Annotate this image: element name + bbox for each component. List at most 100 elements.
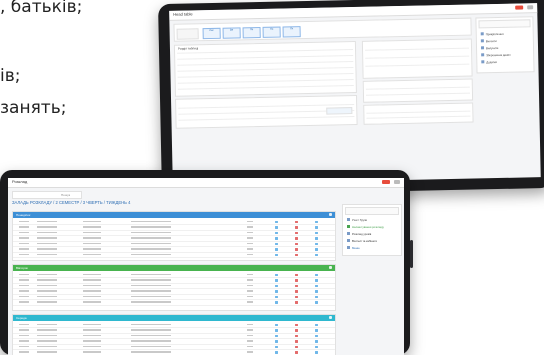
row-action-icon[interactable] [315, 351, 318, 354]
row-action-icon[interactable] [295, 351, 298, 354]
row-action-icon[interactable] [295, 290, 298, 293]
table-row[interactable] [13, 340, 335, 345]
table-row[interactable] [13, 253, 335, 258]
row-action-icon[interactable] [295, 335, 298, 338]
table-row[interactable] [13, 273, 335, 278]
row-action-icon[interactable] [275, 254, 278, 257]
row-action-icon[interactable] [295, 274, 298, 277]
row-action-icon[interactable] [315, 226, 318, 229]
close-icon[interactable] [515, 5, 523, 9]
row-action-icon[interactable] [315, 324, 318, 327]
side-item-3[interactable]: Розклад уроків [347, 232, 371, 236]
table-row[interactable] [13, 242, 335, 247]
row-action-icon[interactable] [315, 279, 318, 282]
row-action-icon[interactable] [275, 285, 278, 288]
row-action-icon[interactable] [275, 340, 278, 343]
tab-4[interactable]: Пя [263, 27, 281, 38]
table-row[interactable] [13, 237, 335, 242]
row-action-icon[interactable] [315, 285, 318, 288]
row-action-icon[interactable] [295, 226, 298, 229]
row-action-icon[interactable] [275, 237, 278, 240]
side-item-5[interactable]: Меню [347, 246, 360, 250]
row-action-icon[interactable] [295, 248, 298, 251]
table-row[interactable] [13, 351, 335, 355]
row-action-icon[interactable] [275, 243, 278, 246]
row-action-icon[interactable] [295, 221, 298, 224]
row-action-icon[interactable] [295, 301, 298, 304]
row-action-icon[interactable] [315, 346, 318, 349]
menu-icon[interactable] [527, 5, 533, 9]
side-search-input[interactable] [478, 19, 530, 28]
side-search-input[interactable] [345, 207, 399, 215]
row-action-icon[interactable] [295, 279, 298, 282]
filter-select[interactable] [177, 28, 199, 39]
row-action-icon[interactable] [315, 274, 318, 277]
row-action-icon[interactable] [275, 221, 278, 224]
side-item-3[interactable]: Вилучити [481, 46, 498, 50]
table-row[interactable] [13, 345, 335, 350]
collapse-icon[interactable] [329, 266, 332, 269]
row-action-icon[interactable] [295, 285, 298, 288]
row-action-icon[interactable] [315, 329, 318, 332]
row-action-icon[interactable] [295, 243, 298, 246]
row-action-icon[interactable] [315, 237, 318, 240]
row-action-icon[interactable] [275, 232, 278, 235]
row-action-icon[interactable] [295, 329, 298, 332]
row-action-icon[interactable] [295, 237, 298, 240]
menu-icon[interactable] [394, 180, 400, 184]
side-item-2[interactable]: Вносити [481, 39, 497, 43]
row-action-icon[interactable] [275, 335, 278, 338]
table-row[interactable] [13, 220, 335, 225]
filter-input[interactable]: Пошук [12, 191, 82, 199]
row-action-icon[interactable] [275, 248, 278, 251]
table-row[interactable] [13, 301, 335, 306]
row-action-icon[interactable] [315, 301, 318, 304]
row-action-icon[interactable] [275, 274, 278, 277]
collapse-icon[interactable] [329, 316, 332, 319]
row-action-icon[interactable] [275, 279, 278, 282]
tab-1[interactable]: Лес [203, 28, 221, 39]
table-row[interactable] [13, 284, 335, 289]
row-action-icon[interactable] [275, 324, 278, 327]
side-item-5[interactable]: Додатки [481, 60, 497, 64]
table-row[interactable] [13, 248, 335, 253]
row-action-icon[interactable] [315, 290, 318, 293]
row-action-icon[interactable] [295, 324, 298, 327]
table-row[interactable] [13, 329, 335, 334]
row-action-icon[interactable] [275, 351, 278, 354]
row-action-button[interactable] [326, 107, 352, 115]
side-item-1[interactable]: Прикріплення [481, 32, 504, 36]
row-action-icon[interactable] [295, 296, 298, 299]
row-action-icon[interactable] [275, 226, 278, 229]
tab-2[interactable]: Ве [223, 27, 241, 38]
close-icon[interactable] [382, 180, 390, 184]
table-row[interactable] [13, 334, 335, 339]
row-action-icon[interactable] [275, 301, 278, 304]
table-row[interactable] [13, 279, 335, 284]
row-action-icon[interactable] [295, 346, 298, 349]
side-item-1[interactable]: Учні / Групи [347, 218, 367, 222]
row-action-icon[interactable] [315, 340, 318, 343]
table-row[interactable] [13, 226, 335, 231]
table-row[interactable] [13, 290, 335, 295]
side-item-4[interactable]: Збереження даних [481, 53, 510, 58]
row-action-icon[interactable] [315, 248, 318, 251]
row-action-icon[interactable] [275, 329, 278, 332]
table-row[interactable] [13, 231, 335, 236]
side-item-2[interactable]: Налаштування розкладу [347, 225, 384, 229]
row-action-icon[interactable] [295, 254, 298, 257]
row-action-icon[interactable] [295, 340, 298, 343]
tab-5[interactable]: Пк [283, 26, 301, 37]
row-action-icon[interactable] [275, 346, 278, 349]
row-action-icon[interactable] [295, 232, 298, 235]
row-action-icon[interactable] [315, 335, 318, 338]
side-item-4[interactable]: Вчителі та кабінети [347, 239, 377, 243]
row-action-icon[interactable] [315, 221, 318, 224]
row-action-icon[interactable] [275, 296, 278, 299]
row-action-icon[interactable] [275, 290, 278, 293]
row-action-icon[interactable] [315, 254, 318, 257]
table-row[interactable] [13, 323, 335, 328]
collapse-icon[interactable] [329, 213, 332, 216]
row-action-icon[interactable] [315, 296, 318, 299]
row-action-icon[interactable] [315, 243, 318, 246]
